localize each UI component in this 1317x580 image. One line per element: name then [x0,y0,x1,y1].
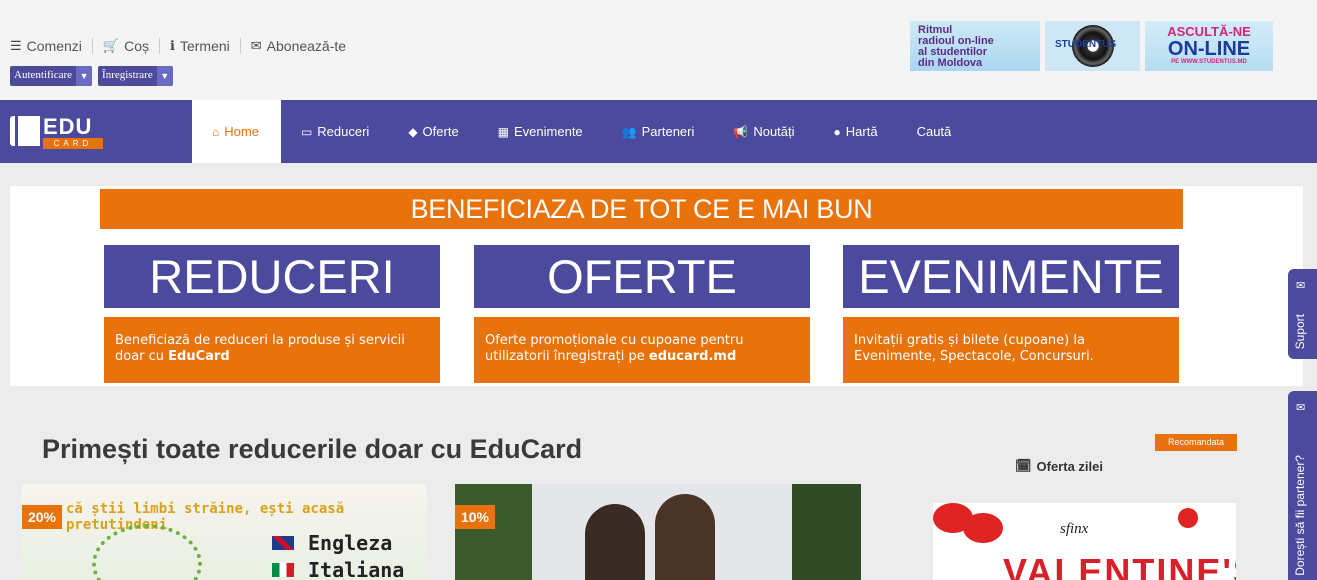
promo-headline: BENEFICIAZA DE TOT CE E MAI BUN [100,189,1183,229]
megaphone-icon: 📢 [733,124,749,139]
discount-badge: 20% [22,505,62,529]
list-icon: ☰ [10,38,22,53]
info-icon: ℹ [170,38,175,53]
nav-items: ⌂ Home ▭ Reduceri ◆ Oferte ▦ Evenimente 👥 Par… [192,100,970,163]
section-title: Primești toate reducerile doar cu EduCar… [42,434,583,464]
chevron-down-icon: ▼ [76,66,93,86]
nav-evenimente[interactable]: ▦ Evenimente [478,100,602,163]
promo-card-desc: Invitații gratis și bilete (cupoane) la … [843,317,1179,383]
map-marker-icon: ● [833,124,841,139]
rose-decoration [1178,508,1198,528]
product-photo-person [585,504,645,580]
subscribe-link[interactable]: ✉ Abonează-te [251,38,356,54]
studentus-logo-banner[interactable]: STUDENTUS [1045,21,1140,71]
book-icon [10,116,40,146]
promo-card-desc: Oferte promoționale cu cupoane pentru ut… [474,317,810,383]
auth-buttons: Autentificare ▼ Înregistrare ▼ [10,66,173,86]
promo-card-title: REDUCERI [104,245,440,308]
calendar-check-icon: 🗓 [1015,458,1032,473]
uk-flag-icon [272,536,294,550]
promo-card-evenimente[interactable]: EVENIMENTE Invitații gratis și bilete (c… [843,245,1179,383]
nav-home[interactable]: ⌂ Home [192,100,281,163]
product-card[interactable]: că știi limbi străine, ești acasă pretut… [22,484,426,580]
nav-harta[interactable]: ● Hartă [814,100,897,163]
promo-card-reduceri[interactable]: REDUCERI Beneficiază de reduceri la prod… [104,245,440,383]
chevron-down-icon: ▼ [156,66,173,86]
calendar-icon: ▦ [497,124,510,139]
cart-icon: 🛒 [102,38,120,53]
tag-icon: ◆ [408,124,418,139]
support-tab[interactable]: ✉ Suport [1288,269,1317,359]
promo-card-desc: Beneficiază de reduceri la produse și se… [104,317,440,383]
promo-card-oferte[interactable]: OFERTE Oferte promoționale cu cupoane pe… [474,245,810,383]
heart-decoration [963,513,1003,543]
nav-reduceri[interactable]: ▭ Reduceri [281,100,388,163]
partner-tab[interactable]: ✉ Dorești să fii partener? [1288,391,1317,580]
product-card[interactable]: 10% [455,484,861,580]
listen-online-banner[interactable]: ASCULTĂ-NE ON-LINE PE WWW.STUDENTUS.MD [1145,21,1273,71]
nav-noutati[interactable]: 📢 Noutăți [713,100,813,163]
promo-card-title: EVENIMENTE [843,245,1179,308]
product-photo-person [655,494,715,580]
top-links: ☰ Comenzi 🛒 Coș ℹ Termeni ✉ Abonează-te [10,38,366,54]
offer-of-day-heading: 🗓 Oferta zilei [1015,458,1103,474]
home-icon: ⌂ [212,124,220,139]
promo-card-title: OFERTE [474,245,810,308]
radio-banner[interactable]: Ritmul radioul on-line al studentilor di… [910,21,1040,71]
offer-of-day-image[interactable]: sfinx VALENTINE'S [933,503,1236,580]
educard-logo[interactable]: EDU CARD [10,114,103,150]
recommended-badge: Recomandata [1155,434,1237,451]
envelope-icon: ✉ [1296,402,1306,414]
language-english: Engleza [272,531,392,555]
card-icon: ▭ [300,124,313,139]
orders-link[interactable]: ☰ Comenzi [10,38,93,54]
language-italian: Italiana [272,558,404,580]
users-icon: 👥 [621,124,637,139]
login-button[interactable]: Autentificare ▼ [10,66,93,86]
envelope-icon: ✉ [250,38,262,53]
register-button[interactable]: Înregistrare ▼ [98,66,173,86]
terms-link[interactable]: ℹ Termeni [170,38,241,54]
nav-oferte[interactable]: ◆ Oferte [388,100,477,163]
italy-flag-icon [272,563,294,577]
cart-link[interactable]: 🛒 Coș [103,38,160,54]
top-bar: ☰ Comenzi 🛒 Coș ℹ Termeni ✉ Abonează-te Aute… [0,0,1317,100]
discount-badge: 10% [455,505,495,529]
envelope-icon: ✉ [1296,280,1306,292]
main-nav: EDU CARD ⌂ Home ▭ Reduceri ◆ Oferte ▦ Evenim… [0,100,1317,163]
nav-cauta[interactable]: Caută [897,100,971,163]
nav-parteneri[interactable]: 👥 Parteneri [602,100,714,163]
